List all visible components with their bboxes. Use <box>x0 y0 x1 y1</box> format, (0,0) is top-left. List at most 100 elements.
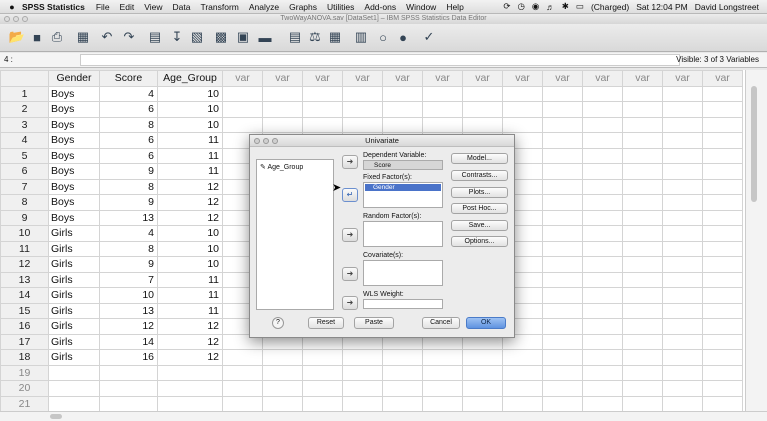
column-header-var[interactable]: var <box>382 70 423 87</box>
post-hoc-button[interactable]: Post Hoc... <box>451 203 508 214</box>
empty-cell[interactable] <box>622 194 663 211</box>
row-number[interactable]: 1 <box>0 85 49 102</box>
vertical-scrollbar[interactable] <box>745 70 767 411</box>
row-number[interactable]: 4 <box>0 132 49 149</box>
dialog-recall-icon[interactable]: ▦ <box>74 28 92 46</box>
empty-cell[interactable] <box>622 116 663 133</box>
row-number[interactable]: 20 <box>0 380 49 397</box>
row-number[interactable]: 17 <box>0 333 49 350</box>
empty-cell[interactable] <box>222 364 263 381</box>
fixed-factor-list[interactable]: Gender <box>363 182 443 208</box>
empty-cell[interactable] <box>702 256 743 273</box>
save-button[interactable]: Save... <box>451 220 508 231</box>
move-from-fixed-button[interactable]: ↵ <box>342 188 358 202</box>
empty-cell[interactable] <box>702 163 743 180</box>
empty-cell[interactable] <box>622 349 663 366</box>
row-number[interactable]: 13 <box>0 271 49 288</box>
empty-cell[interactable] <box>222 101 263 118</box>
empty-cell[interactable] <box>462 364 503 381</box>
empty-cell[interactable] <box>582 163 623 180</box>
menubar-user[interactable]: David Longstreet <box>695 2 759 12</box>
menu-edit[interactable]: Edit <box>120 2 135 12</box>
age-group-cell[interactable]: 12 <box>157 318 223 335</box>
empty-cell[interactable] <box>48 364 100 381</box>
empty-cell[interactable] <box>662 132 703 149</box>
empty-cell[interactable] <box>262 85 303 102</box>
menu-file[interactable]: File <box>96 2 110 12</box>
split-file-icon[interactable]: ▤ <box>286 28 304 46</box>
empty-cell[interactable] <box>462 116 503 133</box>
empty-cell[interactable] <box>302 364 343 381</box>
age-group-cell[interactable]: 11 <box>157 163 223 180</box>
empty-cell[interactable] <box>622 178 663 195</box>
empty-cell[interactable] <box>422 380 463 397</box>
age-group-cell[interactable]: 10 <box>157 116 223 133</box>
row-number[interactable]: 5 <box>0 147 49 164</box>
empty-cell[interactable] <box>422 116 463 133</box>
age-group-cell[interactable]: 11 <box>157 271 223 288</box>
contrasts-button[interactable]: Contrasts... <box>451 170 508 181</box>
empty-cell[interactable] <box>502 364 543 381</box>
vertical-scroll-thumb[interactable] <box>751 86 757 202</box>
empty-cell[interactable] <box>462 380 503 397</box>
gender-cell[interactable]: Boys <box>48 163 100 180</box>
empty-cell[interactable] <box>462 85 503 102</box>
empty-cell[interactable] <box>622 364 663 381</box>
empty-cell[interactable] <box>542 101 583 118</box>
empty-cell[interactable] <box>542 349 583 366</box>
menu-addons[interactable]: Add-ons <box>364 2 396 12</box>
move-to-wls-button[interactable]: ➜ <box>342 296 358 310</box>
age-group-cell[interactable]: 12 <box>157 209 223 226</box>
empty-cell[interactable] <box>462 101 503 118</box>
empty-cell[interactable] <box>662 287 703 304</box>
empty-cell[interactable] <box>542 256 583 273</box>
score-cell[interactable]: 8 <box>99 116 158 133</box>
empty-cell[interactable] <box>502 85 543 102</box>
column-header-var[interactable]: var <box>542 70 583 87</box>
insert-cases-icon[interactable]: ▣ <box>234 28 252 46</box>
score-cell[interactable]: 6 <box>99 132 158 149</box>
empty-cell[interactable] <box>342 101 383 118</box>
battery-icon[interactable]: ▭ <box>576 1 584 12</box>
empty-cell[interactable] <box>702 147 743 164</box>
empty-cell[interactable] <box>542 116 583 133</box>
paste-button[interactable]: Paste <box>354 317 394 329</box>
score-cell[interactable]: 7 <box>99 271 158 288</box>
move-to-dependent-button[interactable]: ➜ <box>342 155 358 169</box>
empty-cell[interactable] <box>262 101 303 118</box>
empty-cell[interactable] <box>342 85 383 102</box>
empty-cell[interactable] <box>542 333 583 350</box>
empty-cell[interactable] <box>502 395 543 411</box>
show-all-icon[interactable]: ● <box>394 28 412 46</box>
empty-cell[interactable] <box>582 364 623 381</box>
empty-cell[interactable] <box>48 380 100 397</box>
empty-cell[interactable] <box>702 116 743 133</box>
column-header-var[interactable]: var <box>422 70 463 87</box>
empty-cell[interactable] <box>662 395 703 411</box>
column-header-var[interactable]: var <box>502 70 543 87</box>
gender-cell[interactable]: Boys <box>48 85 100 102</box>
empty-cell[interactable] <box>662 240 703 257</box>
score-cell[interactable]: 4 <box>99 225 158 242</box>
menu-analyze[interactable]: Analyze <box>249 2 279 12</box>
empty-cell[interactable] <box>622 333 663 350</box>
empty-cell[interactable] <box>582 240 623 257</box>
empty-cell[interactable] <box>48 395 100 411</box>
list-item[interactable]: ✎ Age_Group <box>260 163 303 171</box>
empty-cell[interactable] <box>622 132 663 149</box>
age-group-cell[interactable]: 12 <box>157 349 223 366</box>
dialog-close-icon[interactable] <box>254 138 260 144</box>
empty-cell[interactable] <box>582 287 623 304</box>
empty-cell[interactable] <box>99 364 158 381</box>
wls-weight-field[interactable] <box>363 299 443 309</box>
gender-cell[interactable]: Girls <box>48 318 100 335</box>
score-cell[interactable]: 14 <box>99 333 158 350</box>
empty-cell[interactable] <box>342 364 383 381</box>
dependent-variable-field[interactable]: Score <box>363 160 443 170</box>
empty-cell[interactable] <box>662 225 703 242</box>
empty-cell[interactable] <box>702 302 743 319</box>
goto-variable-icon[interactable]: ↧ <box>168 28 186 46</box>
empty-cell[interactable] <box>582 132 623 149</box>
empty-cell[interactable] <box>382 364 423 381</box>
empty-cell[interactable] <box>157 380 223 397</box>
